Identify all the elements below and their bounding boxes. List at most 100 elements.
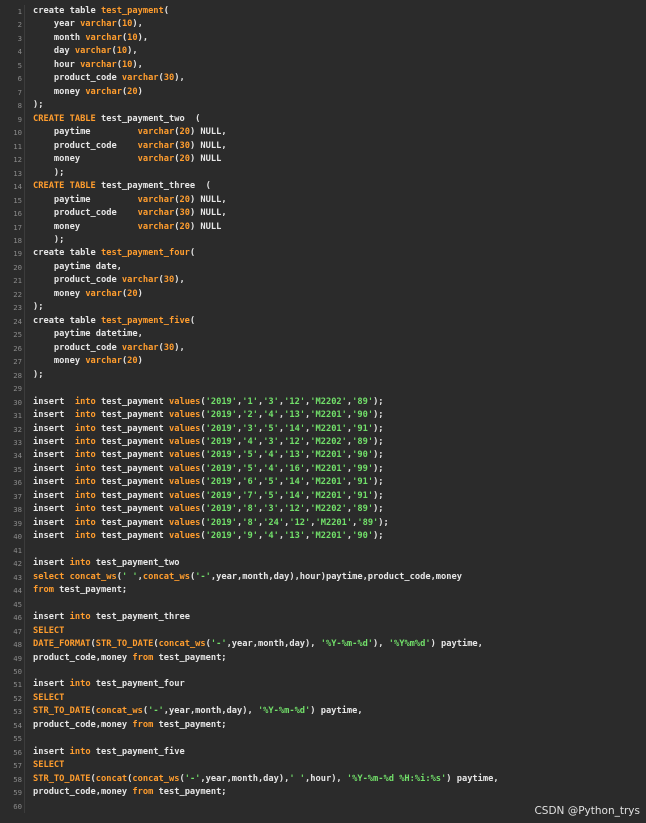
code-line[interactable]: insert into test_payment values('2019','… (33, 530, 646, 543)
code-line[interactable]: ); (33, 301, 646, 314)
code-line[interactable]: insert into test_payment_five (33, 746, 646, 759)
code-line[interactable]: money varchar(20) NULL (33, 153, 646, 166)
code-token: 'M2202' (310, 504, 347, 515)
code-token: ); (33, 100, 44, 111)
code-line[interactable]: paytime datetime, (33, 328, 646, 341)
code-token: '2019' (205, 437, 238, 447)
code-line[interactable] (33, 665, 646, 678)
code-area[interactable]: create table test_payment( year varchar(… (24, 5, 646, 814)
code-line[interactable]: ); (33, 167, 646, 180)
code-token: 'M2201' (315, 517, 353, 528)
code-token: '3' (263, 437, 279, 447)
code-token: '16' (284, 463, 306, 474)
code-token: paytime date, (33, 261, 122, 272)
code-line[interactable]: STR_TO_DATE(concat_ws('-',year,month,day… (33, 705, 646, 718)
code-token: ,hour), (305, 773, 347, 784)
code-token: ); (378, 517, 389, 528)
code-token: test_payment (95, 423, 169, 434)
code-line[interactable]: paytime varchar(20) NULL, (33, 194, 646, 207)
code-line[interactable]: product_code varchar(30) NULL, (33, 140, 646, 153)
code-line[interactable]: product_code varchar(30), (33, 72, 646, 85)
code-line[interactable]: insert into test_payment values('2019','… (33, 476, 646, 489)
code-line[interactable]: insert into test_payment values('2019','… (33, 490, 646, 503)
code-token: values (169, 410, 201, 421)
code-line[interactable]: money varchar(20) (33, 86, 646, 99)
line-number: 6 (17, 74, 22, 84)
code-token: CREATE TABLE (33, 113, 96, 124)
code-line[interactable]: insert into test_payment values('2019','… (33, 463, 646, 476)
code-line[interactable]: product_code,money from test_payment; (33, 652, 646, 665)
line-number: 4 (17, 47, 22, 57)
code-token: ) NULL, (189, 208, 227, 219)
code-line[interactable]: day varchar(10), (33, 45, 646, 58)
code-line[interactable]: insert into test_payment values('2019','… (33, 503, 646, 516)
code-line[interactable]: insert into test_payment values('2019','… (33, 517, 646, 530)
code-line[interactable] (33, 544, 646, 557)
code-line[interactable]: insert into test_payment values('2019','… (33, 423, 646, 436)
code-line[interactable]: ); (33, 234, 646, 247)
code-line[interactable] (33, 598, 646, 611)
code-line[interactable]: insert into test_payment_four (33, 678, 646, 691)
code-token: '4' (263, 463, 279, 474)
code-line[interactable]: create table test_payment_four( (33, 247, 646, 260)
code-line[interactable]: paytime date, (33, 261, 646, 274)
code-line[interactable] (33, 732, 646, 745)
code-line[interactable]: create table test_payment( (33, 5, 646, 18)
code-line[interactable]: year varchar(10), (33, 18, 646, 31)
code-token: '2019' (205, 463, 238, 474)
code-line[interactable]: money varchar(20) (33, 355, 646, 368)
code-token: paytime datetime, (33, 329, 143, 340)
code-token: test_payment_two (90, 558, 180, 569)
code-token: ), (132, 19, 143, 30)
code-line[interactable]: ); (33, 99, 646, 112)
code-token: ' ' (121, 571, 138, 582)
code-line[interactable]: hour varchar(10), (33, 59, 646, 72)
line-number: 53 (13, 707, 22, 717)
code-token: ) (137, 86, 143, 97)
code-line[interactable]: paytime varchar(20) NULL, (33, 126, 646, 139)
line-number: 7 (17, 87, 22, 97)
code-line[interactable]: DATE_FORMAT(STR_TO_DATE(concat_ws('-',ye… (33, 638, 646, 651)
code-line[interactable]: CREATE TABLE test_payment_three ( (33, 180, 646, 193)
code-line[interactable]: SELECT (33, 759, 646, 772)
code-line[interactable]: SELECT (33, 625, 646, 638)
code-line[interactable]: product_code,money from test_payment; (33, 786, 646, 799)
code-token: insert (33, 504, 75, 515)
code-line[interactable]: insert into test_payment values('2019','… (33, 409, 646, 422)
code-line[interactable]: CREATE TABLE test_payment_two ( (33, 113, 646, 126)
code-token: '-' (148, 706, 164, 717)
code-line[interactable]: money varchar(20) (33, 288, 646, 301)
code-token: varchar (137, 208, 175, 219)
code-token: '12' (284, 396, 306, 407)
code-line[interactable]: product_code,money from test_payment; (33, 719, 646, 732)
code-token: '2019' (205, 517, 238, 528)
code-line[interactable]: STR_TO_DATE(concat(concat_ws('-',year,mo… (33, 773, 646, 786)
code-line[interactable]: select concat_ws(' ',concat_ws('-',year,… (33, 571, 646, 584)
code-line[interactable]: insert into test_payment values('2019','… (33, 449, 646, 462)
code-line[interactable]: insert into test_payment values('2019','… (33, 436, 646, 449)
code-line[interactable]: money varchar(20) NULL (33, 221, 646, 234)
code-line[interactable]: product_code varchar(30), (33, 274, 646, 287)
code-line[interactable]: product_code varchar(30), (33, 342, 646, 355)
code-line[interactable]: insert into test_payment_two (33, 557, 646, 570)
code-token: ); (373, 396, 384, 407)
code-token: 20 (127, 356, 138, 367)
code-line[interactable]: insert into test_payment values('2019','… (33, 396, 646, 409)
line-number: 32 (13, 424, 22, 434)
code-line[interactable]: insert into test_payment_three (33, 611, 646, 624)
code-editor[interactable]: 1 2 3 4 5 6 7 8 9 10 11 12 13 14 15 16 17 18 19 20 21 22 23 24 2… (0, 0, 646, 823)
code-line[interactable]: product_code varchar(30) NULL, (33, 207, 646, 220)
line-number: 51 (13, 680, 22, 690)
code-line[interactable] (33, 382, 646, 395)
code-token: varchar (80, 19, 117, 30)
line-number: 28 (13, 370, 22, 380)
code-line[interactable]: ); (33, 369, 646, 382)
code-token: 10 (121, 19, 133, 30)
code-token: into (69, 679, 91, 690)
code-line[interactable]: SELECT (33, 692, 646, 705)
code-token: '5' (263, 477, 279, 488)
code-line[interactable]: create table test_payment_five( (33, 315, 646, 328)
code-token: test_payment (95, 531, 169, 542)
code-line[interactable]: month varchar(10), (33, 32, 646, 45)
code-line[interactable]: from test_payment; (33, 584, 646, 597)
